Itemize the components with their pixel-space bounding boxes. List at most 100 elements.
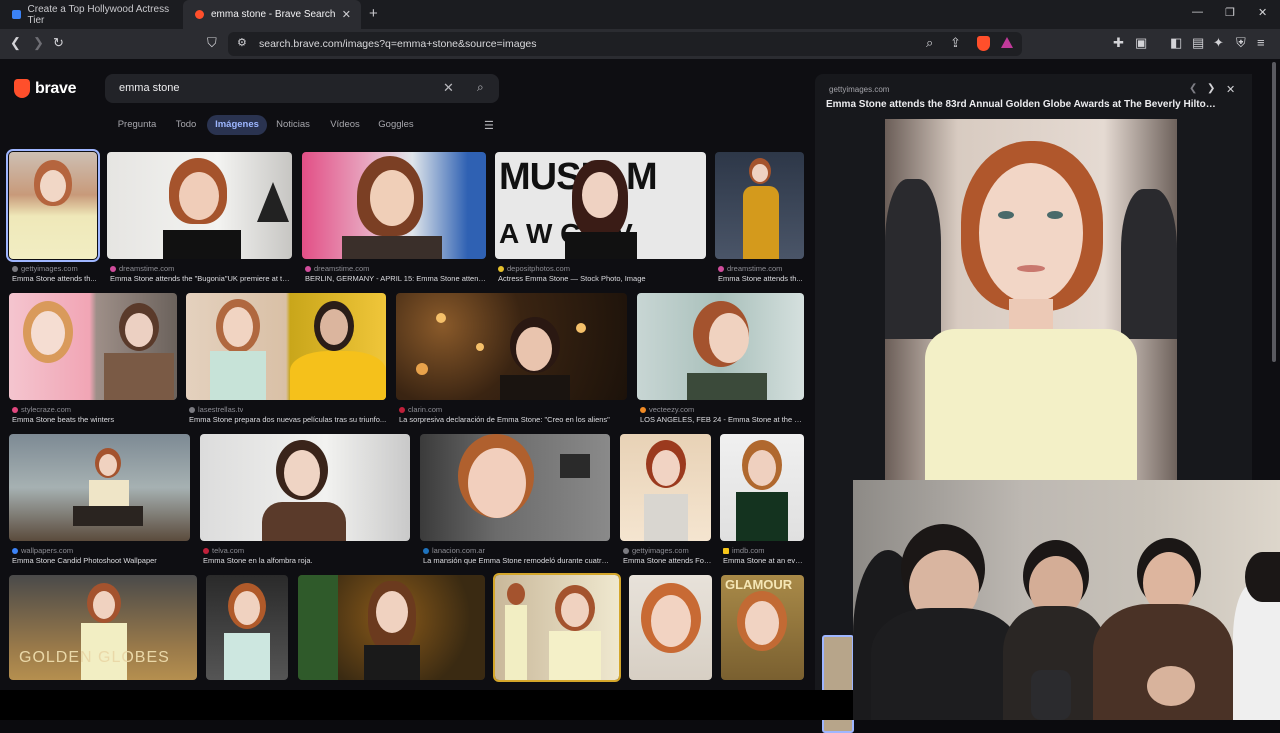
search-query: emma stone <box>119 82 180 94</box>
result-thumbnail <box>620 434 711 541</box>
result-source: dreamstime.com <box>305 264 369 273</box>
banner-text: GLAMOUR <box>725 577 793 592</box>
menu-icon[interactable]: ≡ <box>1257 35 1265 50</box>
zoom-icon[interactable]: ⌕ <box>926 35 933 51</box>
leo-ai-icon[interactable]: ✦ <box>1213 35 1224 51</box>
image-result[interactable]: lasestrellas.tv Emma Stone prepara dos n… <box>186 293 386 429</box>
result-caption: Emma Stone prepara dos nuevas películas … <box>189 415 387 424</box>
tab-videos[interactable]: Vídeos <box>326 115 364 135</box>
maximize-icon[interactable]: ❐ <box>1225 6 1235 19</box>
brand-name: brave <box>35 79 77 97</box>
new-tab-icon[interactable]: + <box>369 5 378 22</box>
result-source: telva.com <box>203 546 244 555</box>
image-result[interactable]: stylecraze.com Emma Stone beats the wint… <box>9 293 177 429</box>
tab-brave-search[interactable]: emma stone - Brave Search ✕ <box>183 0 361 29</box>
result-thumbnail: MUSIC M A W C A V <box>495 152 706 259</box>
search-icon[interactable]: ⌕ <box>477 80 484 95</box>
tab-todo[interactable]: Todo <box>170 115 202 135</box>
image-result[interactable]: vecteezy.com LOS ANGELES, FEB 24 - Emma … <box>637 293 805 429</box>
result-thumbnail <box>298 575 485 680</box>
result-thumbnail <box>420 434 610 541</box>
result-caption: La mansión que Emma Stone remodeló duran… <box>423 556 611 565</box>
forward-arrow-icon[interactable]: ❯ <box>33 35 44 51</box>
image-result[interactable]: dreamstime.com BERLIN, GERMANY - APRIL 1… <box>302 152 487 288</box>
window-close-icon[interactable]: ✕ <box>1258 6 1267 19</box>
image-result[interactable]: dreamstime.com Emma Stone attends the "B… <box>107 152 292 288</box>
image-result[interactable] <box>493 573 621 682</box>
browser-toolbar: ❮ ❯ ↻ ⛉ ⚙ search.brave.com/images?q=emma… <box>0 29 1280 59</box>
tab-title: Create a Top Hollywood Actress Tier <box>27 3 170 26</box>
image-result[interactable]: GOLDEN GLOBES <box>9 575 197 680</box>
image-result[interactable] <box>298 575 485 680</box>
image-result[interactable]: clarin.com La sorpresiva declaración de … <box>396 293 627 429</box>
image-result[interactable] <box>206 575 288 680</box>
image-result[interactable]: gettyimages.com Emma Stone attends th... <box>6 149 100 288</box>
image-result[interactable]: gettyimages.com Emma Stone attends Foc..… <box>620 434 712 570</box>
image-result[interactable]: wallpapers.com Emma Stone Candid Photosh… <box>9 434 190 570</box>
extensions-icon[interactable]: ✚ <box>1113 35 1124 51</box>
close-preview-icon[interactable]: ✕ <box>1226 83 1235 96</box>
result-thumbnail <box>720 434 804 541</box>
brave-lion-icon <box>14 79 30 98</box>
result-source: clarin.com <box>399 405 442 414</box>
preview-image[interactable] <box>885 119 1177 480</box>
image-result[interactable]: MUSIC M A W C A V depositphotos.com Actr… <box>495 152 706 288</box>
brave-shields-icon[interactable] <box>977 36 990 51</box>
result-caption: Emma Stone attends the "Bugonia"UK premi… <box>110 274 292 283</box>
bookmark-icon[interactable]: ⛉ <box>207 35 217 51</box>
tab-goggles[interactable]: Goggles <box>376 115 416 135</box>
result-caption: Emma Stone at an eve... <box>723 556 805 565</box>
preview-source[interactable]: gettyimages.com <box>829 85 889 94</box>
result-thumbnail <box>206 575 288 680</box>
result-thumbnail <box>629 575 712 680</box>
share-icon[interactable]: ⇪ <box>950 35 961 51</box>
preview-title[interactable]: Emma Stone attends the 83rd Annual Golde… <box>826 99 1218 110</box>
brave-rewards-icon[interactable] <box>1001 37 1013 48</box>
address-bar[interactable]: ⚙ search.brave.com/images?q=emma+stone&s… <box>228 32 1022 56</box>
close-tab-icon[interactable]: ✕ <box>342 8 351 21</box>
image-result[interactable]: dreamstime.com Emma Stone attends th... <box>715 152 804 288</box>
tab-search-icon[interactable]: ▣ <box>1135 35 1147 51</box>
back-arrow-icon[interactable]: ❮ <box>10 35 21 51</box>
tab-tier-list[interactable]: Create a Top Hollywood Actress Tier <box>0 0 180 29</box>
image-result[interactable] <box>629 575 712 680</box>
minimize-icon[interactable]: — <box>1192 6 1203 18</box>
result-caption: LOS ANGELES, FEB 24 - Emma Stone at the … <box>640 415 805 424</box>
wallet-icon[interactable]: ▤ <box>1192 35 1204 51</box>
result-source: wallpapers.com <box>12 546 73 555</box>
next-image-icon[interactable]: ❯ <box>1207 83 1215 94</box>
result-thumbnail <box>200 434 410 541</box>
result-caption: La sorpresiva declaración de Emma Stone:… <box>399 415 610 424</box>
result-source: vecteezy.com <box>640 405 694 414</box>
site-settings-icon[interactable]: ⚙ <box>237 36 247 49</box>
reload-icon[interactable]: ↻ <box>53 35 64 51</box>
result-thumbnail <box>107 152 292 259</box>
image-result[interactable]: GLAMOUR <box>721 575 804 680</box>
result-source: lanacion.com.ar <box>423 546 485 555</box>
result-caption: Emma Stone attends th... <box>12 274 97 283</box>
sidebar-icon[interactable]: ◧ <box>1170 35 1182 51</box>
image-result[interactable]: imdb.com Emma Stone at an eve... <box>720 434 805 570</box>
result-source: dreamstime.com <box>718 264 782 273</box>
result-caption: Emma Stone en la alfombra roja. <box>203 556 313 565</box>
previous-image-icon[interactable]: ❮ <box>1189 83 1197 94</box>
result-thumbnail <box>6 149 100 262</box>
result-caption: Emma Stone attends th... <box>718 274 803 283</box>
brave-logo[interactable]: brave <box>14 79 77 98</box>
tab-imagenes[interactable]: Imágenes <box>207 115 267 135</box>
image-result[interactable]: telva.com Emma Stone en la alfombra roja… <box>200 434 410 570</box>
result-thumbnail: GLAMOUR <box>721 575 804 680</box>
filter-sliders-icon[interactable]: ☰ <box>484 119 494 132</box>
search-input[interactable]: emma stone ✕ ⌕ <box>105 74 499 103</box>
banner-text: GOLDEN GLOBES <box>19 649 170 666</box>
tab-title: emma stone - Brave Search <box>211 9 336 20</box>
tab-noticias[interactable]: Noticias <box>273 115 313 135</box>
vpn-icon[interactable]: ⛨ <box>1236 35 1246 51</box>
tab-favicon <box>12 10 21 19</box>
image-result[interactable]: lanacion.com.ar La mansión que Emma Ston… <box>420 434 611 570</box>
clear-search-icon[interactable]: ✕ <box>443 80 454 96</box>
tab-pregunta[interactable]: Pregunta <box>110 115 164 135</box>
result-source: dreamstime.com <box>110 264 174 273</box>
result-source: depositphotos.com <box>498 264 570 273</box>
scrollbar[interactable] <box>1272 62 1276 362</box>
